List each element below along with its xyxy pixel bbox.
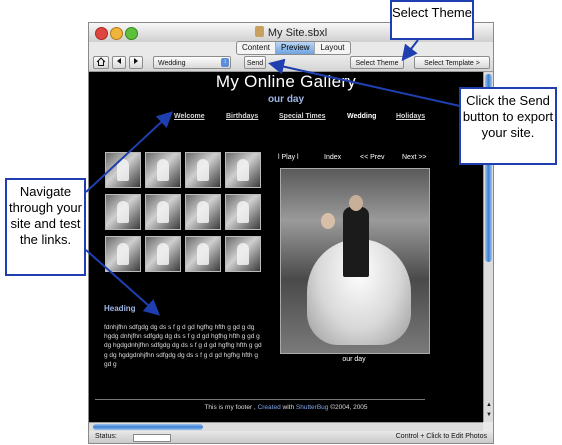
photo-thumbnail[interactable] [225, 152, 261, 188]
photo-thumbnail[interactable] [105, 152, 141, 188]
photo-head-shape [321, 213, 335, 229]
photo-thumbnail[interactable] [185, 236, 221, 272]
document-icon [254, 26, 264, 37]
nav-link-holidays[interactable]: Holidays [396, 113, 425, 120]
footer-with-text: with [282, 404, 295, 411]
footer-copyright: ©2004, 2005 [330, 404, 368, 411]
forward-button[interactable] [129, 56, 143, 69]
toolbar: Wedding ↕ Send Select Theme Select Templ… [89, 55, 493, 72]
arrow-left-icon [117, 58, 121, 64]
photo-thumbnail[interactable] [225, 236, 261, 272]
photo-thumbnail[interactable] [105, 194, 141, 230]
status-bar: Status: Control + Click to Edit Photos [89, 431, 493, 443]
callout-navigate: Navigate through your site and test the … [5, 178, 86, 276]
nav-link-birthdays[interactable]: Birthdays [226, 113, 258, 120]
footer-created-link[interactable]: Created [258, 404, 281, 411]
photo-thumbnail[interactable] [225, 194, 261, 230]
status-label: Status: [95, 433, 117, 440]
home-icon [96, 57, 106, 66]
photo-thumbnail[interactable] [185, 152, 221, 188]
window-title-text: My Site.sbxl [267, 27, 328, 39]
tab-layout[interactable]: Layout [315, 42, 349, 54]
theme-select-value: Wedding [158, 60, 186, 67]
select-theme-button[interactable]: Select Theme [350, 56, 404, 69]
send-button[interactable]: Send [244, 56, 266, 69]
prev-link[interactable]: << Prev [360, 154, 385, 161]
horizontal-scrollbar[interactable] [89, 422, 483, 431]
page-subtitle: our day [267, 94, 305, 105]
photo-head-shape [349, 195, 363, 211]
back-button[interactable] [112, 56, 126, 69]
footer-text: This is my footer , [204, 404, 256, 411]
theme-select[interactable]: Wedding ↕ [153, 56, 231, 69]
mode-switcher: Content Preview Layout [236, 41, 351, 55]
slideshow-controls: l Play l Index << Prev Next >> [276, 154, 441, 164]
photo-groom-shape [343, 207, 369, 277]
scroll-up-arrow-icon[interactable]: ▲ [484, 402, 493, 410]
main-photo [280, 168, 430, 354]
photo-caption: our day [342, 356, 366, 363]
footer-app-link[interactable]: ShutterBug [296, 404, 329, 411]
callout-send: Click the Send button to export your sit… [459, 87, 557, 165]
status-hint: Control + Click to Edit Photos [395, 433, 487, 440]
nav-link-special-times[interactable]: Special Times [279, 113, 326, 120]
page-footer: This is my footer , Created with Shutter… [89, 404, 483, 411]
photo-thumbnail[interactable] [145, 152, 181, 188]
page-title: My Online Gallery [215, 72, 357, 91]
nav-link-welcome[interactable]: Welcome [174, 113, 205, 120]
app-window: My Site.sbxl Content Preview Layout Wedd… [88, 22, 494, 444]
section-heading: Heading [104, 304, 136, 313]
photo-thumbnail[interactable] [145, 236, 181, 272]
site-nav: Welcome Birthdays Special Times Wedding … [89, 113, 483, 125]
callout-select-theme: Select Theme [390, 0, 474, 40]
index-link[interactable]: Index [324, 154, 341, 161]
horizontal-scroll-thumb[interactable] [93, 424, 203, 430]
photo-thumbnail[interactable] [105, 236, 141, 272]
select-template-button[interactable]: Select Template > [414, 56, 490, 69]
dropdown-arrows-icon: ↕ [221, 58, 229, 67]
scroll-down-arrow-icon[interactable]: ▼ [484, 412, 493, 420]
body-text: fdnhjfhn sdfgdg dg ds s f g d gd hgfhg h… [104, 324, 262, 368]
home-button[interactable] [93, 56, 109, 69]
nav-link-wedding[interactable]: Wedding [347, 113, 376, 120]
footer-divider [95, 399, 425, 400]
arrow-right-icon [134, 58, 138, 64]
tab-content[interactable]: Content [237, 42, 277, 54]
next-link[interactable]: Next >> [402, 154, 427, 161]
status-field [133, 434, 171, 442]
preview-pane: My Online Gallery our day Welcome Birthd… [89, 72, 483, 422]
photo-thumbnail[interactable] [185, 194, 221, 230]
photo-thumbnail[interactable] [145, 194, 181, 230]
tab-preview[interactable]: Preview [276, 42, 316, 54]
play-link[interactable]: l Play l [278, 154, 299, 161]
